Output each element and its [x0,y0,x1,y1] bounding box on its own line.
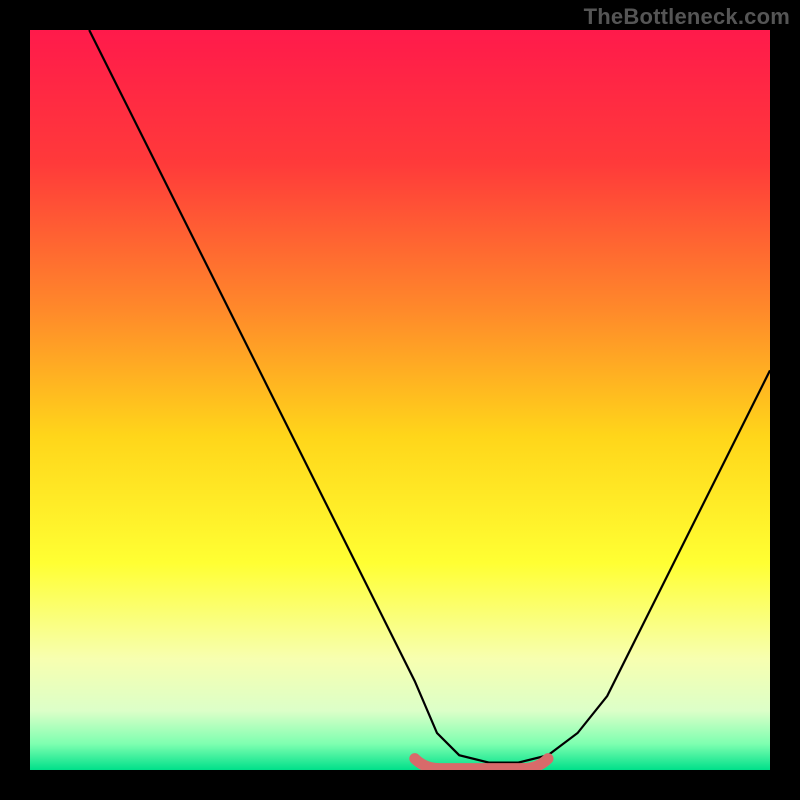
chart-svg [30,30,770,770]
chart-frame: TheBottleneck.com [0,0,800,800]
chart-plot-area [30,30,770,770]
gradient-background [30,30,770,770]
watermark-text: TheBottleneck.com [584,4,790,30]
